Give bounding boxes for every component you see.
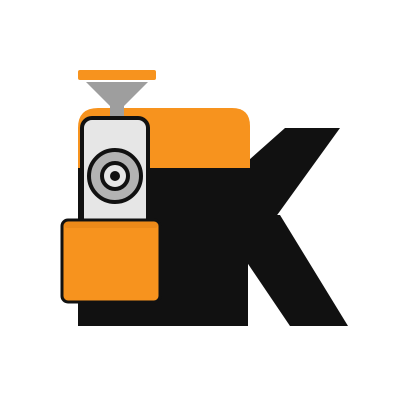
k-bridge [220,168,248,326]
hopper-plate [78,70,156,80]
roaster-lower-panel [60,218,162,304]
k-lower-leg [240,215,348,326]
hopper-neck [110,104,124,118]
coffee-roaster-k-logo-icon [60,70,348,326]
drum-center [110,171,120,181]
hopper-funnel [86,82,148,106]
lower-panel-shade [64,222,158,228]
logo-canvas [0,0,400,400]
k-upper-arm [240,128,340,218]
